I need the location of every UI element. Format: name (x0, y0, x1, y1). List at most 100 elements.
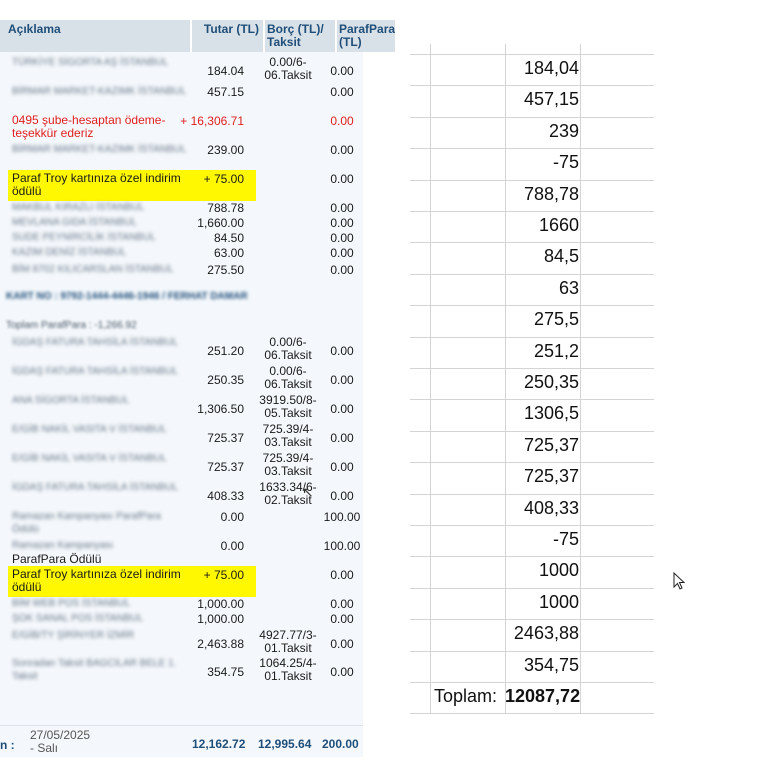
transaction-parafpara: 0.00 (330, 431, 354, 445)
transaction-description: İGDAŞ FATURA TAHSİLA İSTANBUL (12, 482, 178, 493)
transaction-amount: 1,660.00 (197, 216, 244, 230)
transaction-amount: + 75.00 (203, 568, 244, 582)
transaction-description: İGDAŞ FATURA TAHSİLA İSTANBUL (12, 366, 178, 377)
transaction-parafpara: 100.00 (323, 539, 361, 553)
transaction-parafpara: 0.00 (330, 373, 354, 387)
header-debt-installment: Borç (TL)/ Taksit (265, 20, 335, 52)
transaction-amount: 275.50 (207, 263, 244, 277)
transaction-amount: 1,000.00 (197, 597, 244, 611)
transaction-description: BİRMAR MARKET-KAZIMK İSTANBUL (12, 86, 187, 97)
transaction-amount: 725.37 (207, 431, 244, 445)
transaction-installment: 0.00/6-06.Taksit (264, 364, 312, 391)
transaction-parafpara: 0.00 (330, 201, 354, 215)
sheet-value-cell[interactable]: 1660 (505, 215, 579, 236)
transaction-parafpara: 0.00 (330, 402, 354, 416)
header-amount: Tutar (TL) (192, 20, 263, 52)
transaction-description: ANA SİGORTA İSTANBUL (12, 395, 130, 406)
transaction-description: Ramazan Kampanyası ParafPara Ödülü (12, 511, 161, 535)
transaction-description: ParafPara Ödülü (12, 552, 102, 566)
transaction-amount: 251.20 (207, 344, 244, 358)
footer-parafpara-total: 200.00 (322, 737, 359, 751)
statement-header: Açıklama Tutar (TL) Borç (TL)/ Taksit Pa… (0, 20, 395, 52)
sheet-value-cell[interactable]: 1306,5 (505, 403, 579, 424)
sheet-value-cell[interactable]: 457,15 (505, 89, 579, 110)
transaction-parafpara: 0.00 (330, 344, 354, 358)
transaction-description: MAKBUL KIRAZLI İSTANBUL (12, 202, 145, 213)
transaction-parafpara: 0.00 (330, 231, 354, 245)
transaction-amount: 725.37 (207, 460, 244, 474)
transaction-amount: 408.33 (207, 489, 244, 503)
transaction-parafpara: 100.00 (323, 510, 361, 524)
sheet-total-value[interactable]: 12087,72 (505, 686, 580, 707)
transaction-parafpara: 0.00 (330, 637, 354, 651)
transaction-description: E/GİB NAKİL VASITA V İSTANBUL (12, 424, 167, 435)
transaction-installment: 1064.25/4-01.Taksit (259, 656, 317, 683)
sheet-value-cell[interactable]: 408,33 (505, 498, 579, 519)
sheet-value-cell[interactable]: 239 (505, 121, 579, 142)
sheet-value-cell[interactable]: 354,75 (505, 655, 579, 676)
sheet-value-cell[interactable]: 63 (505, 278, 579, 299)
sheet-value-cell[interactable]: 725,37 (505, 435, 579, 456)
sheet-value-cell[interactable]: 1000 (505, 560, 579, 581)
transaction-description: KAZIM DENİZ İSTANBUL (12, 247, 127, 258)
transaction-parafpara: 0.00 (330, 114, 354, 128)
transaction-amount: 239.00 (207, 143, 244, 157)
transaction-description: E/GİB NAKİL VASITA V İSTANBUL (12, 453, 167, 464)
statement-footer: n : 27/05/2025 - Salı 12,162.72 12,995.6… (0, 725, 363, 757)
transaction-description: Ramazan Kampanyası (12, 540, 114, 551)
sheet-value-cell[interactable]: 250,35 (505, 372, 579, 393)
transaction-parafpara: 0.00 (330, 489, 354, 503)
sheet-value-cell[interactable]: 788,78 (505, 184, 579, 205)
transaction-installment: 3919.50/8-05.Taksit (259, 393, 317, 420)
sheet-value-cell[interactable]: 725,37 (505, 466, 579, 487)
transaction-parafpara: 0.00 (330, 64, 354, 78)
transaction-amount: 84.50 (213, 231, 244, 245)
sheet-value-cell[interactable]: 1000 (505, 592, 579, 613)
transaction-description: 0495 şube-hesaptan ödeme-teşekkür ederiz (12, 113, 166, 140)
transaction-parafpara: 0.00 (330, 172, 354, 186)
transaction-description: ŞOK SANAL POS İSTANBUL (12, 613, 144, 624)
transaction-installment: 0.00/6-06.Taksit (264, 55, 312, 82)
transaction-description: Paraf Troy kartınıza özel indirim ödülü (12, 567, 181, 594)
transaction-amount: 2,463.88 (197, 637, 244, 651)
sheet-value-cell[interactable]: 275,5 (505, 309, 579, 330)
transaction-parafpara: 0.00 (330, 568, 354, 582)
mouse-pointer-icon (673, 572, 685, 590)
footer-date-block: 27/05/2025 - Salı (30, 729, 90, 755)
sheet-value-cell[interactable]: -75 (505, 529, 579, 550)
transaction-amount: 63.00 (213, 246, 244, 260)
transaction-description: Sonradan Taksit BAGCILAR BELE 1. Taksit (12, 658, 177, 682)
transaction-amount: 1,306.50 (197, 402, 244, 416)
transaction-parafpara: 0.00 (330, 263, 354, 277)
transaction-description: Paraf Troy kartınıza özel indirim ödülü (12, 171, 181, 198)
sheet-value-cell[interactable]: 184,04 (505, 58, 579, 79)
transaction-parafpara: 0.00 (330, 143, 354, 157)
spreadsheet-panel: 184,04 457,15 239 -75 788,78 1660 84,5 63 275,5 2… (410, 44, 654, 740)
transaction-installment: 725.39/4-03.Taksit (262, 422, 314, 449)
transaction-amount: 788.78 (207, 201, 244, 215)
transaction-description: İGDAŞ FATURA TAHSİLA İSTANBUL (12, 337, 178, 348)
transaction-parafpara: 0.00 (330, 216, 354, 230)
transaction-installment: 0.00/6-06.Taksit (264, 335, 312, 362)
transaction-description: TÜRKİYE SİGORTA AŞ İSTANBUL (12, 57, 169, 68)
sheet-value-cell[interactable]: 84,5 (505, 246, 579, 267)
sheet-value-cell[interactable]: -75 (505, 152, 579, 173)
transaction-parafpara: 0.00 (330, 612, 354, 626)
transaction-parafpara: 0.00 (330, 460, 354, 474)
transaction-description: SUDE PEYNİRCİLİK İSTANBUL (12, 232, 156, 243)
footer-weekday: - Salı (30, 741, 59, 755)
transaction-amount: 0.00 (220, 539, 244, 553)
transaction-installment: 725.39/4-03.Taksit (262, 451, 314, 478)
transaction-description: MEVLANA GIDA İSTANBUL (12, 217, 137, 228)
sheet-value-cell[interactable]: 251,2 (505, 341, 579, 362)
transaction-amount: 1,000.00 (197, 612, 244, 626)
footer-debt-total: 12,995.64 (258, 737, 312, 751)
sheet-total-label[interactable]: Toplam: (434, 686, 497, 707)
header-description: Açıklama (0, 20, 190, 52)
transaction-installment: 1633.34/6-02.Taksit (259, 480, 317, 507)
footer-label: n : (0, 738, 15, 752)
footer-amount-total: 12,162.72 (192, 737, 246, 751)
transaction-description: BİM 8702 KILICARSLAN İSTANBUL (12, 264, 174, 275)
transaction-amount: 0.00 (220, 510, 244, 524)
sheet-value-cell[interactable]: 2463,88 (505, 623, 579, 644)
